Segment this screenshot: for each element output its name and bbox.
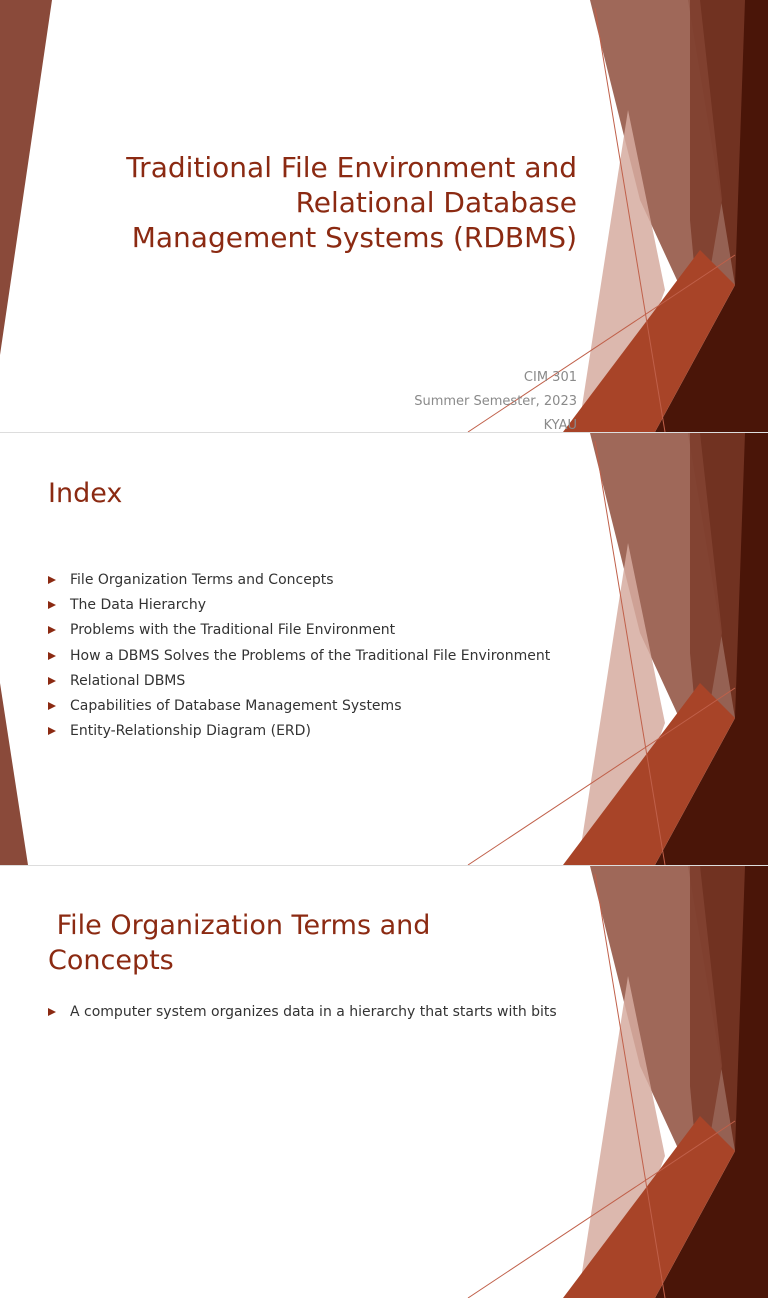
list-item-text: Capabilities of Database Management Syst… xyxy=(70,698,402,715)
course-code: CIM 301 xyxy=(523,370,577,385)
title-line: Management Systems (RDBMS) xyxy=(131,221,577,254)
title-line: Traditional File Environment and xyxy=(126,151,577,184)
list-item-text: The Data Hierarchy xyxy=(70,597,207,614)
bullet-triangle-icon xyxy=(48,626,56,635)
content-list: A computer system organizes data in a hi… xyxy=(48,1000,557,1025)
list-item: Relational DBMS xyxy=(48,669,550,694)
list-item: How a DBMS Solves the Problems of the Tr… xyxy=(48,644,550,669)
list-item-text: Relational DBMS xyxy=(70,672,186,689)
slide-index: Index File Organization Terms and Concep… xyxy=(0,433,768,866)
list-item-text: Entity-Relationship Diagram (ERD) xyxy=(70,723,311,740)
index-list: File Organization Terms and Concepts The… xyxy=(48,568,550,744)
slide-file-organization: File Organization Terms and Concepts A c… xyxy=(0,866,768,1298)
list-item-text: A computer system organizes data in a hi… xyxy=(70,1004,557,1020)
bullet-triangle-icon xyxy=(48,676,56,685)
index-heading: Index xyxy=(48,478,123,509)
bullet-triangle-icon xyxy=(48,727,56,736)
bullet-triangle-icon xyxy=(48,601,56,610)
bullet-triangle-icon xyxy=(48,702,56,711)
slide-title: Traditional File Environment and Relatio… xyxy=(0,0,768,433)
semester: Summer Semester, 2023 xyxy=(414,394,577,409)
list-item-text: How a DBMS Solves the Problems of the Tr… xyxy=(70,647,551,664)
list-item: A computer system organizes data in a hi… xyxy=(48,1000,557,1025)
slide-subtitle: CIM 301 Summer Semester, 2023 KYAU xyxy=(414,366,577,433)
slide-title-heading: Traditional File Environment and Relatio… xyxy=(57,150,577,255)
list-item-text: File Organization Terms and Concepts xyxy=(70,572,334,588)
bullet-triangle-icon xyxy=(48,651,56,660)
list-item: Problems with the Traditional File Envir… xyxy=(48,618,550,643)
bullet-triangle-icon xyxy=(48,1008,56,1016)
list-item: Capabilities of Database Management Syst… xyxy=(48,694,550,719)
list-item: Entity-Relationship Diagram (ERD) xyxy=(48,719,550,744)
list-item: File Organization Terms and Concepts xyxy=(48,568,550,593)
title-line: Relational Database xyxy=(295,186,577,219)
list-item: The Data Hierarchy xyxy=(48,593,550,618)
bullet-triangle-icon xyxy=(48,576,56,584)
list-item-text: Problems with the Traditional File Envir… xyxy=(70,622,396,639)
institution: KYAU xyxy=(543,418,577,433)
file-organization-heading: File Organization Terms and Concepts xyxy=(48,910,431,976)
